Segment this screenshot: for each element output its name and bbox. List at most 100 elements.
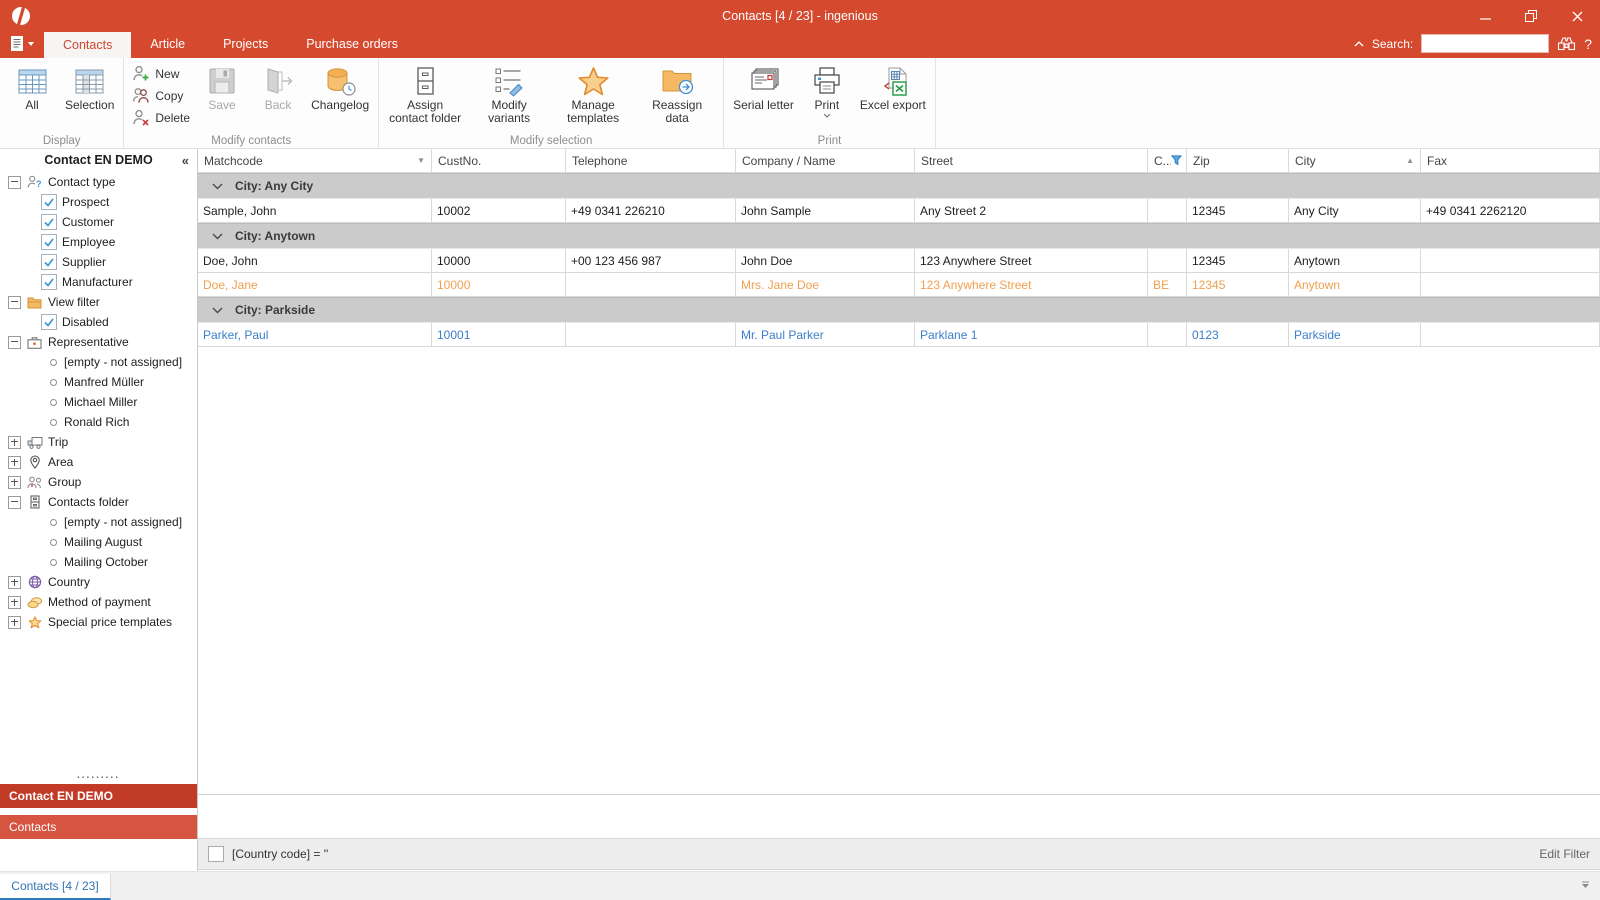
radio-bullet-icon[interactable] [50,379,57,386]
restore-button[interactable] [1508,0,1554,32]
tree-item-manfred-m-ller[interactable]: Manfred Müller [0,372,196,392]
collapse-box-icon[interactable] [8,176,21,189]
sidebar-collapse-icon[interactable]: « [182,149,189,171]
navbar-group-contacts[interactable]: Contacts [0,815,197,839]
tree-item-prospect[interactable]: Prospect [0,192,196,212]
column-header-zip[interactable]: Zip [1187,149,1289,172]
filter-enabled-checkbox[interactable] [208,846,224,862]
column-header-c[interactable]: C... [1148,149,1187,172]
save-button[interactable]: Save [194,60,250,112]
back-button[interactable]: Back [250,60,306,112]
group-row-city-parkside[interactable]: City: Parkside [198,297,1600,323]
chevron-down-icon[interactable] [212,233,223,240]
group-row-city-anytown[interactable]: City: Anytown [198,223,1600,249]
tree-item-mailing-october[interactable]: Mailing October [0,552,196,572]
ribbon-tab-contacts[interactable]: Contacts [44,32,131,58]
radio-bullet-icon[interactable] [50,559,57,566]
close-button[interactable] [1554,0,1600,32]
checkbox-checked[interactable] [41,274,57,290]
filter-active-icon[interactable] [1171,155,1182,166]
tree-item-special-price-templates[interactable]: Special price templates [0,612,196,632]
tree-item-employee[interactable]: Employee [0,232,196,252]
filter-expression[interactable]: [Country code] = '' [232,847,328,861]
ribbon-tab-article[interactable]: Article [131,32,204,55]
help-icon[interactable]: ? [1584,36,1592,52]
checkbox-checked[interactable] [41,314,57,330]
group-row-city-any-city[interactable]: City: Any City [198,173,1600,199]
tree-item-empty-not-assigned[interactable]: [empty - not assigned] [0,512,196,532]
column-header-telephone[interactable]: Telephone [566,149,736,172]
ribbon-tab-purchase-orders[interactable]: Purchase orders [287,32,417,55]
chevron-down-icon[interactable] [212,307,223,314]
navbar-group-contact-en-demo[interactable]: Contact EN DEMO [0,784,197,808]
column-header-matchcode[interactable]: Matchcode▼ [198,149,432,172]
expand-box-icon[interactable] [8,476,21,489]
tree-item-supplier[interactable]: Supplier [0,252,196,272]
expand-box-icon[interactable] [8,436,21,449]
manage-templates-button[interactable]: Manage templates [551,60,635,125]
column-header-company-name[interactable]: Company / Name [736,149,915,172]
tree-item-contact-type[interactable]: ?Contact type [0,172,196,192]
checkbox-checked[interactable] [41,194,57,210]
serial-letter-button[interactable]: Serial letter [728,60,799,112]
radio-bullet-icon[interactable] [50,539,57,546]
checkbox-checked[interactable] [41,254,57,270]
copy-button[interactable]: Copy [132,86,190,105]
collapse-box-icon[interactable] [8,336,21,349]
minimize-button[interactable] [1462,0,1508,32]
collapse-box-icon[interactable] [8,296,21,309]
grid-row-parker-paul[interactable]: Parker, Paul10001Mr. Paul ParkerParklane… [198,323,1600,347]
tree-item-disabled[interactable]: Disabled [0,312,196,332]
grid-row-doe-jane[interactable]: Doe, Jane10000Mrs. Jane Doe123 Anywhere … [198,273,1600,297]
selection-button[interactable]: Selection [60,60,119,112]
expand-box-icon[interactable] [8,596,21,609]
column-header-street[interactable]: Street [915,149,1148,172]
collapse-box-icon[interactable] [8,496,21,509]
tree-item-group[interactable]: Group [0,472,196,492]
edit-filter-button[interactable]: Edit Filter [1539,847,1590,861]
tree-item-view-filter[interactable]: View filter [0,292,196,312]
ribbon-collapse-icon[interactable] [1354,41,1364,47]
radio-bullet-icon[interactable] [50,399,57,406]
reassign-data-button[interactable]: Reassign data [635,60,719,125]
tree-item-mailing-august[interactable]: Mailing August [0,532,196,552]
modify-variants-button[interactable]: Modify variants [467,60,551,125]
tree-item-michael-miller[interactable]: Michael Miller [0,392,196,412]
expand-box-icon[interactable] [8,456,21,469]
filter-dropdown-icon[interactable]: ▼ [417,156,425,165]
tree-item-country[interactable]: Country [0,572,196,592]
ribbon-tab-projects[interactable]: Projects [204,32,287,55]
expand-box-icon[interactable] [8,576,21,589]
tree-item-area[interactable]: Area [0,452,196,472]
tree-item-representative[interactable]: Representative [0,332,196,352]
checkbox-checked[interactable] [41,214,57,230]
tree-item-manufacturer[interactable]: Manufacturer [0,272,196,292]
grid-row-doe-john[interactable]: Doe, John10000+00 123 456 987John Doe123… [198,249,1600,273]
all-button[interactable]: All [4,60,60,112]
tree-item-customer[interactable]: Customer [0,212,196,232]
chevron-down-icon[interactable] [212,183,223,190]
tab-list-dropdown-icon[interactable] [1581,881,1590,888]
delete-button[interactable]: Delete [132,108,190,127]
grid-row-sample-john[interactable]: Sample, John10002+49 0341 226210John Sam… [198,199,1600,223]
app-menu-button[interactable] [0,32,44,55]
radio-bullet-icon[interactable] [50,519,57,526]
radio-bullet-icon[interactable] [50,419,57,426]
sidebar-splitter-handle[interactable]: ......... [0,772,197,780]
expand-box-icon[interactable] [8,616,21,629]
excel-export-button[interactable]: Excel export [855,60,931,112]
print-button[interactable]: Print [799,60,855,118]
radio-bullet-icon[interactable] [50,359,57,366]
document-tab-contacts[interactable]: Contacts [4 / 23] [0,874,111,900]
column-header-fax[interactable]: Fax [1421,149,1600,172]
column-header-city[interactable]: City▲ [1289,149,1421,172]
column-header-custno[interactable]: CustNo. [432,149,566,172]
search-input[interactable] [1421,34,1549,53]
binoculars-icon[interactable] [1557,36,1576,51]
tree-item-contacts-folder[interactable]: Contacts folder [0,492,196,512]
new-button[interactable]: New [132,64,190,83]
changelog-button[interactable]: Changelog [306,60,374,112]
tree-item-method-of-payment[interactable]: Method of payment [0,592,196,612]
tree-item-trip[interactable]: Trip [0,432,196,452]
tree-item-ronald-rich[interactable]: Ronald Rich [0,412,196,432]
